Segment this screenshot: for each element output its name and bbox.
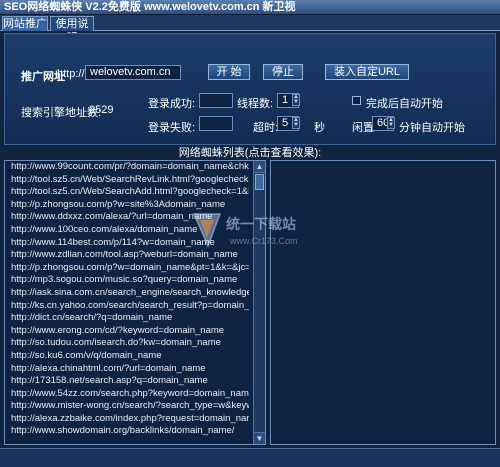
list-item[interactable]: http://www.erong.com/cd/?keyword=domain_…: [5, 325, 249, 338]
scroll-thumb[interactable]: [255, 174, 264, 190]
login-success-label: 登录成功:: [148, 98, 196, 110]
list-item[interactable]: http://mp3.sogou.com/music.so?query=doma…: [5, 274, 249, 287]
watermark-icon: [192, 213, 222, 248]
list-item[interactable]: http://p.zhongsou.com/p?w=domain_name&pt…: [5, 262, 249, 275]
spin-down-icon[interactable]: ▼: [293, 99, 299, 105]
status-bar: [0, 448, 500, 467]
watermark-sub: www.Cr173.Com: [230, 236, 298, 246]
list-item[interactable]: http://tool.sz5.cn/Web/SearchAdd.html?go…: [5, 186, 249, 199]
list-item[interactable]: http://tool.sz5.cn/Web/SearchRevLink.htm…: [5, 174, 249, 187]
tab-bar: 网站推广 使用说明: [0, 15, 500, 44]
timeout-unit: 秒: [314, 122, 325, 134]
login-fail-label: 登录失败:: [148, 122, 196, 134]
threads-spinner[interactable]: ▲ ▼: [292, 94, 300, 106]
spider-list[interactable]: http://www.99count.com/pr/?domain=domain…: [4, 160, 266, 445]
auto-start-label: 完成后自动开始: [366, 98, 443, 110]
auto-start-checkbox[interactable]: [352, 96, 361, 105]
scroll-down-icon[interactable]: ▼: [254, 432, 265, 444]
promote-url-input[interactable]: welovetv.com.cn: [85, 65, 181, 80]
list-item[interactable]: http://www.mister-wong.cn/search/?search…: [5, 400, 249, 413]
timeout-spinner[interactable]: ▲ ▼: [292, 117, 300, 129]
login-success-field: [199, 93, 233, 108]
idle-suffix-label: 分钟自动开始: [399, 122, 465, 134]
list-item[interactable]: http://iask.sina.com.cn/search_engine/se…: [5, 287, 249, 300]
list-item[interactable]: http://dict.cn/search/?q=domain_name: [5, 312, 249, 325]
url-prefix-label: http://: [57, 68, 85, 80]
timeout-label: 超时:: [253, 122, 279, 134]
list-scrollbar[interactable]: ▲ ▼: [253, 161, 265, 444]
settings-panel: 推广网址 http:// welovetv.com.cn 开 始 停止 装入自定…: [4, 33, 496, 145]
engine-count-value: 2529: [89, 104, 114, 116]
idle-label: 闲置: [352, 122, 374, 134]
list-item[interactable]: http://ks.cn.yahoo.com/search/search_res…: [5, 300, 249, 313]
list-item[interactable]: http://www.99count.com/pr/?domain=domain…: [5, 161, 249, 174]
watermark-text: 统一下载站: [226, 216, 296, 232]
spin-down-icon[interactable]: ▼: [388, 122, 394, 128]
list-item[interactable]: http://alexa.zzbaike.com/index.php?reque…: [5, 413, 249, 426]
list-item[interactable]: http://173158.net/search.asp?q=domain_na…: [5, 375, 249, 388]
list-item[interactable]: http://www.54zz.com/search.php?keyword=d…: [5, 388, 249, 401]
login-fail-field: [199, 116, 233, 131]
preview-pane: [270, 160, 496, 445]
spider-list-header: 网络蜘蛛列表(点击查看效果):: [178, 147, 322, 159]
tab-promote[interactable]: 网站推广: [2, 16, 48, 31]
list-item[interactable]: http://so.ku6.com/v/q/domain_name: [5, 350, 249, 363]
list-item[interactable]: http://www.showdomain.org/backlinks/doma…: [5, 425, 249, 438]
spin-down-icon[interactable]: ▼: [293, 122, 299, 128]
threads-label: 线程数:: [237, 98, 274, 110]
stop-button[interactable]: 停止: [263, 64, 303, 80]
scroll-up-icon[interactable]: ▲: [254, 161, 265, 173]
window-title: SEO网络蜘蛛侠 V2.2免费版 www.welovetv.com.cn 新卫视: [0, 0, 500, 15]
idle-spinner[interactable]: ▲ ▼: [387, 117, 395, 129]
start-button[interactable]: 开 始: [208, 64, 250, 80]
tab-instructions[interactable]: 使用说明: [50, 16, 94, 44]
list-item[interactable]: http://alexa.chinahtml.com/?url=domain_n…: [5, 363, 249, 376]
watermark-logo: 统一下载站 www.Cr173.Com: [190, 210, 320, 260]
import-url-button[interactable]: 装入自定URL: [325, 64, 409, 80]
list-item[interactable]: http://so.tudou.com/isearch.do?kw=domain…: [5, 337, 249, 350]
